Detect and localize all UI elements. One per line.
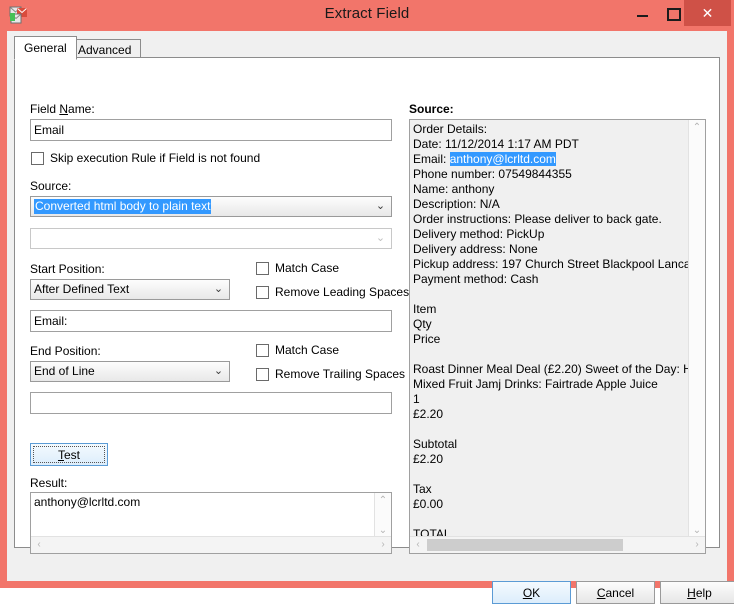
- ok-button[interactable]: OK: [492, 581, 571, 604]
- source-select-value: Converted html body to plain text: [34, 199, 212, 214]
- end-position-select[interactable]: End of Line ⌄: [30, 361, 230, 382]
- start-position-label: Start Position:: [30, 262, 105, 276]
- chevron-down-icon-start: ⌄: [213, 283, 224, 295]
- source-horizontal-scroll-thumb[interactable]: [427, 539, 623, 551]
- remove-leading-spaces-checkbox-box: [256, 286, 269, 299]
- skip-execution-checkbox-box: [31, 152, 44, 165]
- source-panel-label: Source:: [409, 102, 454, 116]
- maximize-icon: [667, 8, 681, 21]
- scroll-left-icon[interactable]: ‹: [31, 537, 47, 552]
- client-area: General Advanced Field Name: Email Skip …: [7, 31, 734, 604]
- source-label: Source:: [30, 179, 72, 193]
- field-name-input[interactable]: Email: [30, 119, 392, 141]
- end-position-value: End of Line: [34, 364, 95, 378]
- tab-advanced-label: Advanced: [78, 43, 132, 57]
- field-name-label: Field Name:: [30, 102, 95, 116]
- source-horizontal-scrollbar[interactable]: ‹ ›: [410, 536, 705, 553]
- cancel-button[interactable]: Cancel: [576, 581, 655, 604]
- chevron-down-icon: ⌄: [375, 200, 386, 212]
- source-vertical-scrollbar[interactable]: ⌃ ⌄: [688, 120, 705, 538]
- scroll-up-icon[interactable]: ⌃: [375, 493, 391, 508]
- source-secondary-select[interactable]: ⌄: [30, 228, 392, 249]
- window-title: Extract Field: [324, 5, 410, 22]
- result-textarea[interactable]: anthony@lcrltd.com ⌃ ⌄ ‹ ›: [30, 492, 392, 554]
- help-button[interactable]: Help: [660, 581, 734, 604]
- start-position-select[interactable]: After Defined Text ⌄: [30, 279, 230, 300]
- end-position-label: End Position:: [30, 344, 101, 358]
- end-match-case-label: Match Case: [275, 343, 340, 357]
- extract-field-window: Extract Field ✕ General Advanced Field N…: [0, 0, 734, 604]
- result-label: Result:: [30, 476, 68, 490]
- scroll-right-icon[interactable]: ›: [375, 537, 391, 552]
- remove-trailing-spaces-checkbox-box: [256, 368, 269, 381]
- tab-advanced[interactable]: Advanced: [68, 39, 142, 59]
- close-button[interactable]: ✕: [684, 0, 731, 26]
- source-scroll-left-icon[interactable]: ‹: [410, 537, 426, 552]
- end-match-case-checkbox-box: [256, 344, 269, 357]
- start-match-case-checkbox-box: [256, 262, 269, 275]
- source-textarea[interactable]: Order Details: Date: 11/12/2014 1:17 AM …: [409, 119, 706, 554]
- close-icon: ✕: [701, 5, 714, 21]
- start-position-value: After Defined Text: [34, 282, 130, 296]
- remove-leading-spaces-label: Remove Leading Spaces: [275, 285, 410, 299]
- minimize-icon: [637, 15, 648, 17]
- tab-general[interactable]: General: [14, 36, 77, 60]
- tab-strip: General Advanced: [14, 36, 720, 60]
- field-name-value: Email: [34, 123, 65, 137]
- general-tab-panel: Field Name: Email Skip execution Rule if…: [14, 57, 734, 604]
- title-bar[interactable]: Extract Field ✕: [0, 0, 734, 31]
- end-text-input[interactable]: [30, 392, 392, 414]
- remove-trailing-spaces-label: Remove Trailing Spaces: [275, 367, 406, 381]
- test-button[interactable]: Test: [30, 443, 108, 466]
- tab-general-label: General: [24, 41, 67, 55]
- start-text-value: Email:: [34, 314, 68, 328]
- source-select[interactable]: Converted html body to plain text ⌄: [30, 196, 392, 217]
- result-vertical-scrollbar[interactable]: ⌃ ⌄: [374, 493, 391, 538]
- source-text: Order Details: Date: 11/12/2014 1:17 AM …: [413, 122, 688, 553]
- source-highlighted-selection: anthony@lcrltd.com: [449, 152, 556, 166]
- chevron-down-icon-secondary: ⌄: [375, 232, 386, 244]
- skip-execution-label: Skip execution Rule if Field is not foun…: [50, 151, 261, 165]
- start-text-input[interactable]: Email:: [30, 310, 392, 332]
- start-match-case-label: Match Case: [275, 261, 340, 275]
- source-scroll-up-icon[interactable]: ⌃: [689, 120, 705, 135]
- source-scroll-right-icon[interactable]: ›: [689, 537, 705, 552]
- dialog-button-bar: OK Cancel Help: [15, 576, 734, 608]
- result-value: anthony@lcrltd.com: [34, 495, 141, 509]
- result-horizontal-scrollbar[interactable]: ‹ ›: [31, 536, 391, 553]
- test-button-label: Test: [57, 447, 80, 462]
- chevron-down-icon-end: ⌄: [213, 365, 224, 377]
